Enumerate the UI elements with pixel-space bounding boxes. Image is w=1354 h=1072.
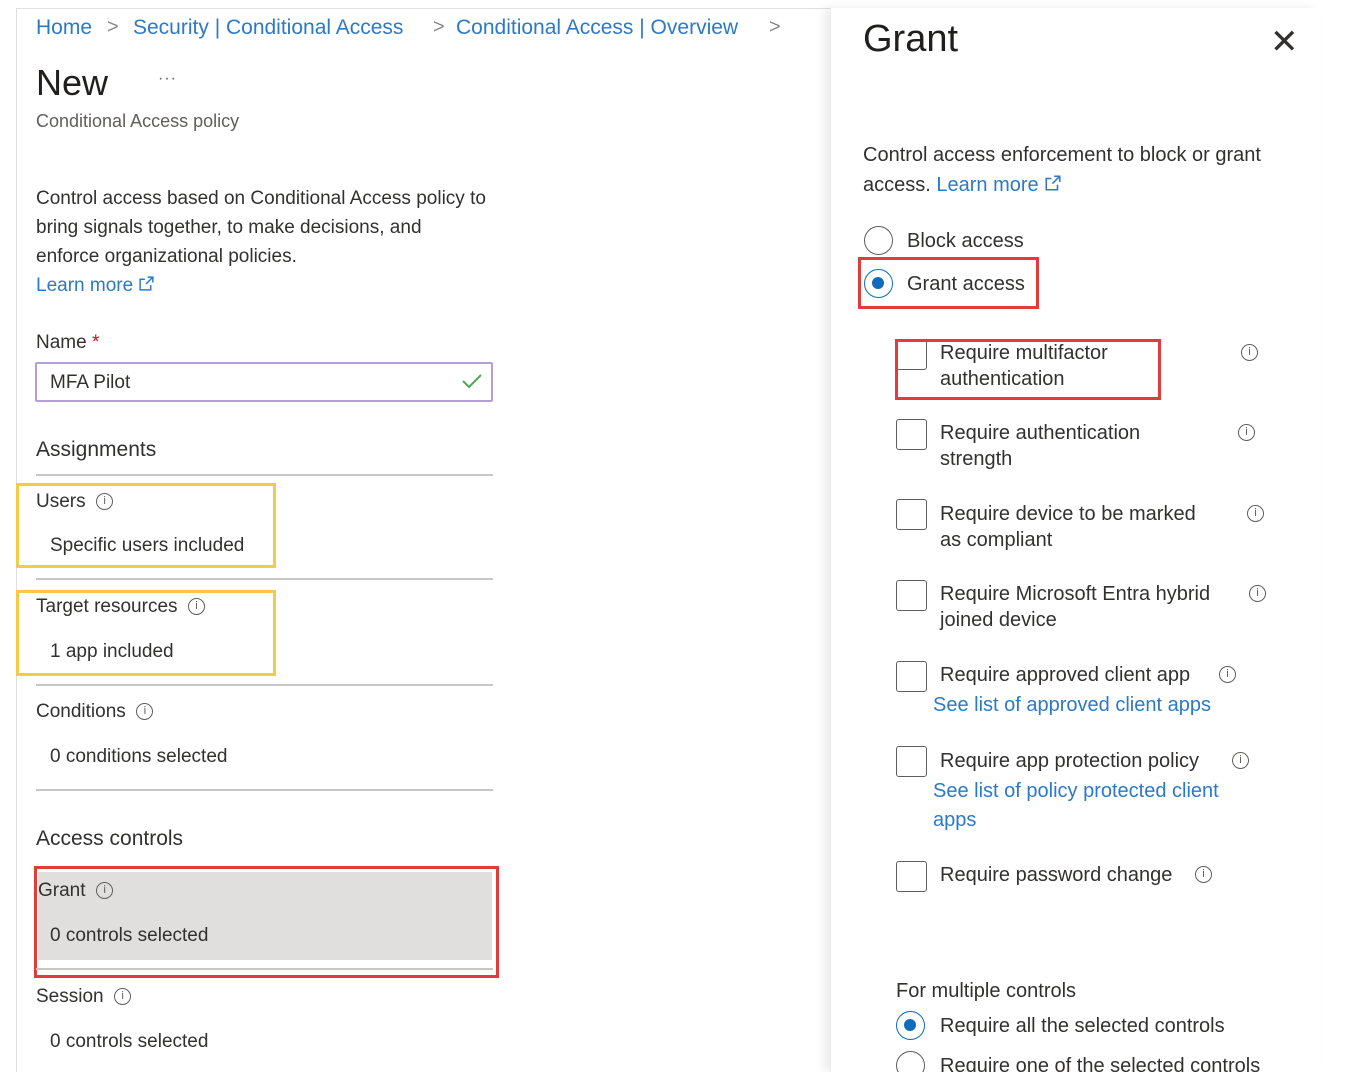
breadcrumb-security-conditional-access[interactable]: Security | Conditional Access [133, 16, 403, 40]
more-options-button[interactable]: ··· [158, 70, 177, 88]
grant-learn-more-label[interactable]: Learn more [936, 174, 1038, 196]
require-auth-strength-label[interactable]: Require authentication strength [940, 420, 1210, 472]
require-all-controls-label[interactable]: Require all the selected controls [940, 1013, 1225, 1039]
require-approved-client-app-label[interactable]: Require approved client app [940, 662, 1190, 688]
policy-description: Control access based on Conditional Acce… [36, 184, 486, 300]
info-icon[interactable]: i [1247, 505, 1264, 522]
approved-client-apps-link[interactable]: See list of approved client apps [933, 691, 1211, 720]
info-icon[interactable]: i [1195, 866, 1212, 883]
grant-label: Grant i [38, 880, 114, 902]
grant-value-link[interactable]: 0 controls selected [50, 925, 208, 947]
multiple-controls-label: For multiple controls [896, 980, 1077, 1002]
require-one-control-label[interactable]: Require one of the selected controls [940, 1053, 1260, 1072]
require-hybrid-joined-label[interactable]: Require Microsoft Entra hybrid joined de… [940, 581, 1240, 633]
grant-panel-description: Control access enforcement to block or g… [863, 140, 1293, 200]
grant-label-text: Grant [38, 880, 86, 901]
close-icon[interactable]: ✕ [1270, 22, 1299, 62]
conditions-value-link[interactable]: 0 conditions selected [50, 746, 227, 768]
learn-more-link[interactable]: Learn more [36, 275, 155, 296]
require-password-change-label[interactable]: Require password change [940, 862, 1172, 888]
target-resources-label-text: Target resources [36, 596, 178, 617]
external-link-icon [139, 276, 155, 291]
users-value-link[interactable]: Specific users included [50, 535, 244, 557]
require-hybrid-joined-checkbox[interactable] [896, 580, 927, 611]
require-all-controls-radio[interactable] [896, 1011, 925, 1040]
grant-learn-more-link[interactable]: Learn more [936, 174, 1062, 196]
session-label-text: Session [36, 986, 104, 1007]
external-link-icon [1045, 175, 1061, 191]
target-resources-value-link[interactable]: 1 app included [50, 641, 174, 663]
conditions-label-text: Conditions [36, 701, 126, 722]
breadcrumb-separator: > [433, 16, 445, 38]
require-password-change-checkbox[interactable] [896, 861, 927, 892]
info-icon[interactable]: i [1238, 424, 1255, 441]
info-icon[interactable]: i [1219, 666, 1236, 683]
name-label-text: Name [36, 332, 87, 353]
session-label: Session i [36, 986, 132, 1008]
users-label: Users i [36, 491, 114, 513]
info-icon[interactable]: i [1241, 344, 1258, 361]
conditions-label: Conditions i [36, 701, 154, 723]
info-icon: i [188, 598, 206, 616]
checkmark-icon [462, 374, 482, 389]
assignments-heading: Assignments [36, 438, 157, 461]
name-input[interactable]: MFA Pilot [35, 362, 493, 402]
required-asterisk: * [91, 332, 100, 353]
block-access-label[interactable]: Block access [907, 228, 1024, 254]
grant-panel-title: Grant [863, 18, 959, 60]
access-controls-heading: Access controls [36, 827, 184, 850]
breadcrumb-conditional-access-overview[interactable]: Conditional Access | Overview [456, 16, 738, 40]
policy-protected-apps-link[interactable]: See list of policy protected client apps [933, 777, 1253, 835]
require-app-protection-label[interactable]: Require app protection policy [940, 748, 1199, 774]
users-label-text: Users [36, 491, 86, 512]
divider [36, 684, 493, 686]
name-label: Name * [36, 332, 99, 354]
target-resources-label: Target resources i [36, 596, 206, 618]
require-approved-client-app-checkbox[interactable] [896, 661, 927, 692]
name-input-value[interactable]: MFA Pilot [50, 372, 130, 394]
page-title: New [36, 62, 109, 103]
highlight-require-mfa [895, 339, 1161, 400]
require-auth-strength-checkbox[interactable] [896, 419, 927, 450]
info-icon[interactable]: i [1249, 585, 1266, 602]
info-icon: i [96, 493, 114, 511]
info-icon: i [136, 703, 154, 721]
block-access-radio[interactable] [864, 226, 893, 255]
policy-description-text: Control access based on Conditional Acce… [36, 188, 486, 267]
require-compliant-device-checkbox[interactable] [896, 499, 927, 530]
page-subtitle: Conditional Access policy [36, 111, 240, 131]
breadcrumb-separator: > [107, 16, 119, 38]
divider [36, 789, 493, 791]
session-value-link[interactable]: 0 controls selected [50, 1031, 208, 1053]
require-compliant-device-label[interactable]: Require device to be marked as compliant [940, 501, 1220, 553]
divider [36, 474, 493, 476]
breadcrumb-home[interactable]: Home [36, 16, 92, 40]
info-icon: i [96, 882, 114, 900]
require-one-control-radio[interactable] [896, 1051, 925, 1072]
require-app-protection-checkbox[interactable] [896, 746, 927, 777]
divider [36, 578, 493, 580]
info-icon[interactable]: i [1232, 752, 1249, 769]
learn-more-label[interactable]: Learn more [36, 275, 133, 296]
divider [36, 968, 493, 970]
info-icon: i [114, 988, 132, 1006]
breadcrumb-separator: > [769, 16, 781, 38]
highlight-grant-access [858, 257, 1039, 309]
